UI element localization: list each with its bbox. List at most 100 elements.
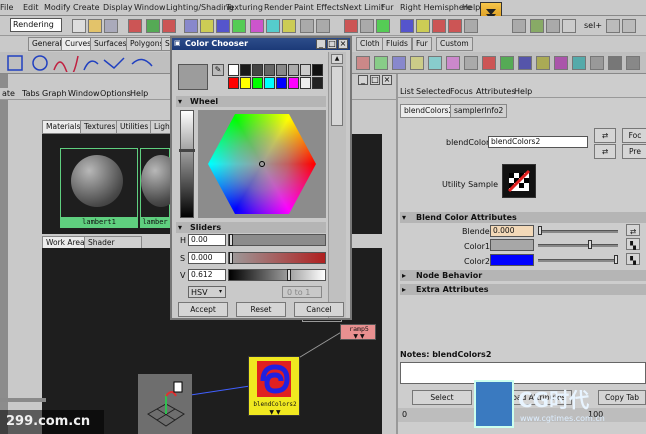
shelf-tool-7-icon[interactable] [464, 56, 478, 70]
sel-options-icon[interactable] [622, 19, 636, 33]
select-button[interactable]: Select [412, 390, 472, 405]
open-scene-icon[interactable] [88, 19, 102, 33]
hs-maximize-button[interactable]: □ [370, 75, 380, 85]
hs-menu-window[interactable]: Window [68, 89, 100, 98]
hs-menu-graph[interactable]: Graph [42, 89, 67, 98]
blender-slider-handle[interactable] [538, 226, 542, 235]
ramp-node[interactable]: ramp5 ▼ ▼ [340, 324, 376, 340]
shelf-tool-12-icon[interactable] [554, 56, 568, 70]
palette-swatch[interactable] [276, 77, 287, 89]
color-picker-marker[interactable] [259, 161, 265, 167]
select-hierarchy-icon[interactable] [128, 19, 142, 33]
shelf-tool-15-icon[interactable] [608, 56, 622, 70]
shelf-tool-6-icon[interactable] [446, 56, 460, 70]
menu-create[interactable]: Create [73, 3, 100, 12]
s-slider[interactable] [228, 252, 326, 264]
save-scene-icon[interactable] [104, 19, 118, 33]
tab-fluids[interactable]: Fluids [382, 37, 412, 51]
snap-view-icon[interactable] [360, 19, 374, 33]
history-icon[interactable] [400, 19, 414, 33]
h-field[interactable]: 0.00 [188, 234, 226, 246]
menu-next-limit[interactable]: Next Limit [343, 3, 384, 12]
shelf-tool-1-icon[interactable] [356, 56, 370, 70]
component-icon[interactable] [530, 19, 544, 33]
color1-swatch[interactable] [490, 239, 534, 251]
shelf-tool-11-icon[interactable] [536, 56, 550, 70]
ae-menu-help[interactable]: Help [514, 87, 532, 96]
reset-button[interactable]: Reset [236, 302, 286, 317]
cancel-button[interactable]: Cancel [294, 302, 344, 317]
close-button[interactable]: × [338, 39, 348, 49]
render-globals-icon[interactable] [448, 19, 462, 33]
live-surface-icon[interactable] [376, 19, 390, 33]
palette-swatch[interactable] [288, 77, 299, 89]
hs-menu-options[interactable]: Options [100, 89, 131, 98]
presets-button[interactable]: Pre [622, 144, 646, 159]
shelf-tool-9-icon[interactable] [500, 56, 514, 70]
palette-swatch[interactable] [252, 64, 263, 76]
shelf-tool-2-icon[interactable] [374, 56, 388, 70]
curve-mask-icon[interactable] [216, 19, 230, 33]
tab-custom[interactable]: Custom [436, 37, 473, 51]
ae-menu-attributes[interactable]: Attributes [476, 87, 516, 96]
render-icon[interactable] [416, 19, 430, 33]
tab-surfaces[interactable]: Surfaces [90, 37, 131, 51]
blender-map-button[interactable]: ⇄ [626, 224, 640, 236]
v-field[interactable]: 0.612 [188, 269, 226, 281]
sampler-info-node[interactable] [138, 374, 192, 434]
shelf-tool-16-icon[interactable] [626, 56, 640, 70]
blender-field[interactable]: 0.000 [490, 225, 534, 237]
palette-swatch[interactable] [240, 64, 251, 76]
palette-swatch[interactable] [288, 64, 299, 76]
blender-slider-track[interactable] [538, 230, 618, 233]
hue-hexagon[interactable] [208, 114, 316, 214]
color1-map-button[interactable]: ▚ [626, 238, 640, 250]
palette-swatch[interactable] [228, 77, 239, 89]
ae-menu-list[interactable]: List [400, 87, 414, 96]
curve-tools-icon[interactable] [2, 54, 172, 72]
presets-arrow-button[interactable]: ⇄ [594, 144, 616, 159]
menu-file[interactable]: File [0, 3, 13, 12]
tab-blendcolors2[interactable]: blendColors2 [400, 104, 458, 118]
s-slider-handle[interactable] [229, 252, 233, 264]
field-icon[interactable] [562, 19, 576, 33]
palette-swatch[interactable] [264, 64, 275, 76]
hs-close-button[interactable]: × [382, 75, 392, 85]
color1-slider-track[interactable] [538, 244, 618, 247]
scroll-up-icon[interactable]: ▲ [331, 54, 343, 64]
deform-icon[interactable] [250, 19, 264, 33]
palette-swatch[interactable] [300, 77, 311, 89]
shelf-tool-10-icon[interactable] [518, 56, 532, 70]
tab-general[interactable]: General [28, 37, 66, 51]
h-slider-handle[interactable] [229, 234, 233, 246]
palette-swatch[interactable] [252, 77, 263, 89]
render-mask-icon[interactable] [282, 19, 296, 33]
lambert1-swatch[interactable] [60, 148, 138, 218]
menu-render[interactable]: Render [264, 3, 292, 12]
palette-swatch[interactable] [240, 77, 251, 89]
sel-field-icon[interactable] [606, 19, 620, 33]
palette-swatch[interactable] [228, 64, 239, 76]
node-name-field[interactable]: blendColors2 [488, 136, 588, 148]
snap-curve-icon[interactable] [316, 19, 330, 33]
shelf-tool-8-icon[interactable] [482, 56, 496, 70]
new-scene-icon[interactable] [72, 19, 86, 33]
joint-icon[interactable] [200, 19, 214, 33]
color-wheel-area[interactable] [198, 110, 326, 218]
extra-attributes-header[interactable]: ▸ Extra Attributes [400, 284, 646, 295]
hs-minimize-button[interactable]: _ [358, 75, 368, 85]
wheel-header[interactable]: ▾ Wheel [176, 96, 326, 107]
snap-grid-icon[interactable] [300, 19, 314, 33]
sliders-header[interactable]: ▾ Sliders [176, 222, 326, 233]
select-component-icon[interactable] [162, 19, 176, 33]
palette-swatch[interactable] [276, 64, 287, 76]
scroll-icon[interactable] [546, 19, 560, 33]
color2-slider-track[interactable] [538, 259, 618, 262]
surface-mask-icon[interactable] [232, 19, 246, 33]
mask-icon[interactable] [184, 19, 198, 33]
dynamics-icon[interactable] [266, 19, 280, 33]
ae-menu-focus[interactable]: Focus [450, 87, 473, 96]
ae-menu-selected[interactable]: Selected [416, 87, 451, 96]
tab-materials[interactable]: Materials [42, 120, 85, 134]
menu-display[interactable]: Display [103, 3, 133, 12]
